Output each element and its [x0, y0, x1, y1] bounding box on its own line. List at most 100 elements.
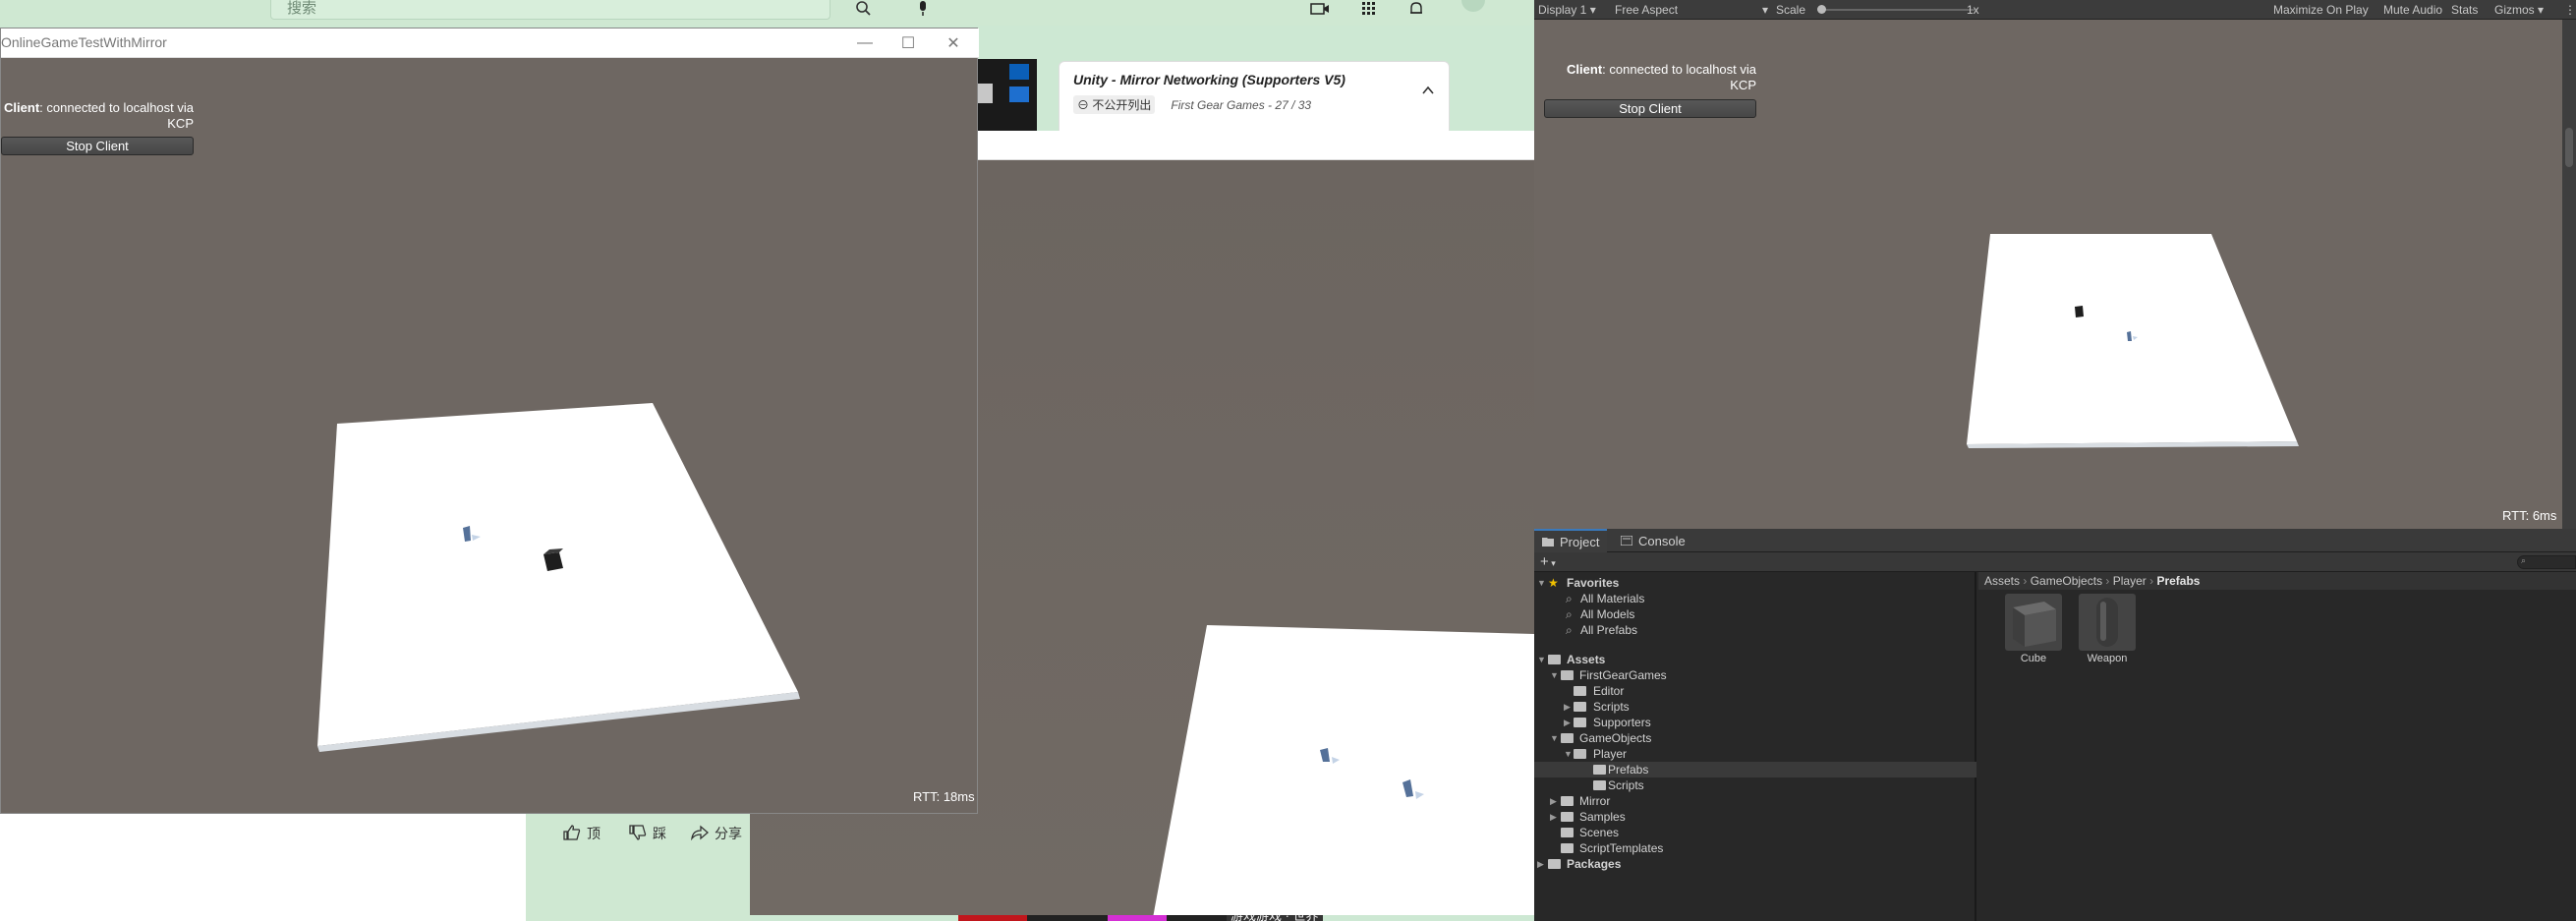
share-icon — [691, 825, 709, 843]
breadcrumb-item[interactable]: Player — [2113, 574, 2147, 588]
link-icon: ⊖ — [1077, 98, 1090, 112]
maximize-on-play-toggle[interactable]: Maximize On Play — [2273, 3, 2369, 17]
notifications-bell-icon[interactable] — [1403, 0, 1429, 18]
collapse-arrow-icon[interactable]: ▼ — [1564, 746, 1574, 762]
microphone-icon[interactable] — [910, 0, 936, 18]
folder-icon — [1574, 718, 1586, 727]
tree-folder-editor[interactable]: Editor — [1534, 683, 1976, 699]
tree-folder-mirror[interactable]: ▶ Mirror — [1534, 793, 1976, 809]
scale-slider-handle[interactable] — [1817, 5, 1826, 14]
folder-label: Prefabs — [1608, 763, 1649, 777]
like-button[interactable]: 顶 — [563, 824, 601, 843]
apps-grid-icon[interactable] — [1356, 0, 1382, 18]
game-view-scrollbar[interactable] — [2562, 20, 2576, 529]
aspect-dropdown[interactable]: Free Aspect ▾ — [1615, 3, 1772, 17]
tab-project-label: Project — [1560, 534, 1600, 549]
tree-folder-scripttemplates[interactable]: ScriptTemplates — [1534, 840, 1976, 856]
breadcrumb-item[interactable]: GameObjects — [2031, 574, 2102, 588]
panel-tabs: Project Console — [1534, 529, 2576, 552]
like-label: 顶 — [587, 826, 601, 841]
tree-folder-gameobjects[interactable]: ▼ GameObjects — [1534, 730, 1976, 746]
gizmos-dropdown[interactable]: Gizmos ▾ — [2494, 3, 2544, 17]
search-icon[interactable] — [851, 0, 877, 18]
breadcrumb-item[interactable]: Assets — [1984, 574, 2020, 588]
create-video-icon[interactable] — [1307, 0, 1333, 18]
add-asset-button[interactable]: + ▾ — [1540, 553, 1556, 570]
assets-label: Assets — [1567, 653, 1606, 666]
favorite-label: All Models — [1580, 607, 1635, 621]
tab-console-label: Console — [1638, 533, 1686, 548]
mute-audio-toggle[interactable]: Mute Audio — [2383, 3, 2442, 17]
collapse-arrow-icon[interactable]: ▼ — [1550, 667, 1560, 683]
tree-folder-scripts[interactable]: ▶ Scripts — [1534, 699, 1976, 715]
favorite-item[interactable]: ⌕ All Prefabs — [1534, 622, 1976, 638]
game-scene[interactable]: Client: connected to localhost via KCP S… — [1, 58, 977, 813]
display-dropdown[interactable]: Display 1 ▾ — [1538, 3, 1596, 17]
minimize-button[interactable]: — — [843, 29, 887, 58]
asset-item-weapon[interactable]: Weapon — [2076, 594, 2139, 664]
add-label: + — [1540, 553, 1549, 570]
favorites-header[interactable]: ▼ ★ Favorites — [1534, 575, 1976, 591]
avatar[interactable] — [1461, 0, 1485, 12]
star-icon: ★ — [1548, 576, 1559, 590]
scrollbar-thumb[interactable] — [2565, 128, 2573, 167]
playlist-title[interactable]: Unity - Mirror Networking (Supporters V5… — [1073, 72, 1345, 87]
expand-arrow-icon[interactable]: ▶ — [1564, 715, 1574, 730]
favorite-item[interactable]: ⌕ All Materials — [1534, 591, 1976, 606]
more-options-icon[interactable]: ⋮ — [2564, 3, 2576, 17]
browser-top-bar: 搜索 — [0, 0, 1533, 26]
asset-label: Weapon — [2087, 653, 2128, 664]
expand-arrow-icon[interactable]: ▶ — [1564, 699, 1574, 715]
breadcrumb-current[interactable]: Prefabs — [2156, 574, 2200, 588]
dislike-button[interactable]: 踩 — [629, 824, 666, 843]
asset-item-cube[interactable]: Cube — [2002, 594, 2065, 664]
folder-label: GameObjects — [1579, 731, 1652, 745]
maximize-button[interactable]: ☐ — [887, 29, 930, 58]
folder-open-icon — [1574, 749, 1586, 759]
asset-browser: Assets › GameObjects › Player › Prefabs … — [1978, 572, 2576, 921]
tree-folder-supporters[interactable]: ▶ Supporters — [1534, 715, 1976, 730]
folder-label: Scenes — [1579, 826, 1620, 839]
expand-arrow-icon[interactable]: ▶ — [1550, 809, 1560, 825]
search-icon: ⌕ — [2521, 555, 2527, 565]
tree-folder-player[interactable]: ▼ Player — [1534, 746, 1976, 762]
packages-header[interactable]: ▶ Packages — [1534, 856, 1976, 872]
visibility-badge: ⊖ 不公开列出 — [1073, 95, 1156, 114]
folder-icon — [1548, 859, 1561, 869]
expand-arrow-icon[interactable]: ▶ — [1550, 793, 1560, 809]
folder-icon — [1561, 828, 1574, 837]
tree-folder-scenes[interactable]: Scenes — [1534, 825, 1976, 840]
folder-label: Player — [1593, 747, 1628, 761]
chevron-up-icon[interactable] — [1421, 84, 1435, 97]
close-button[interactable]: ✕ — [932, 29, 975, 58]
assets-header[interactable]: ▼ Assets — [1534, 652, 1976, 667]
editor-game-view[interactable]: Client: connected to localhost via KCP S… — [1534, 20, 2562, 529]
close-icon: ✕ — [946, 35, 960, 52]
search-input[interactable]: 搜索 — [270, 0, 830, 20]
tree-folder-prefabs[interactable]: Prefabs — [1534, 762, 1976, 777]
collapse-arrow-icon[interactable]: ▼ — [1537, 652, 1547, 667]
maximize-icon: ☐ — [900, 35, 916, 52]
project-search-input[interactable]: ⌕ — [2517, 555, 2576, 569]
packages-label: Packages — [1567, 857, 1622, 871]
cube-prefab-icon — [2005, 594, 2062, 651]
asset-label: Cube — [2020, 653, 2047, 664]
tab-project[interactable]: Project — [1534, 529, 1608, 552]
scale-slider[interactable] — [1817, 5, 1975, 14]
dropdown-arrow-icon: ▾ — [1762, 3, 1769, 17]
tree-folder-samples[interactable]: ▶ Samples — [1534, 809, 1976, 825]
editor-rtt-readout: RTT: 6ms — [2502, 508, 2557, 523]
expand-arrow-icon[interactable]: ▶ — [1537, 856, 1547, 872]
share-button[interactable]: 分享 — [691, 824, 742, 843]
project-folder-tree: ▼ ★ Favorites ⌕ All Materials ⌕ All Mode… — [1534, 572, 1976, 921]
tab-console[interactable]: Console — [1613, 529, 1693, 552]
folder-icon — [1593, 780, 1606, 790]
stats-toggle[interactable]: Stats — [2451, 3, 2478, 17]
window-titlebar[interactable]: OnlineGameTestWithMirror — ☐ ✕ — [1, 29, 979, 58]
favorite-item[interactable]: ⌕ All Models — [1534, 606, 1976, 622]
collapse-arrow-icon[interactable]: ▼ — [1550, 730, 1560, 746]
collapse-arrow-icon[interactable]: ▼ — [1537, 575, 1547, 591]
tree-folder-player-scripts[interactable]: Scripts — [1534, 777, 1976, 793]
folder-open-icon — [1561, 670, 1574, 680]
tree-folder-firstgeargames[interactable]: ▼ FirstGearGames — [1534, 667, 1976, 683]
